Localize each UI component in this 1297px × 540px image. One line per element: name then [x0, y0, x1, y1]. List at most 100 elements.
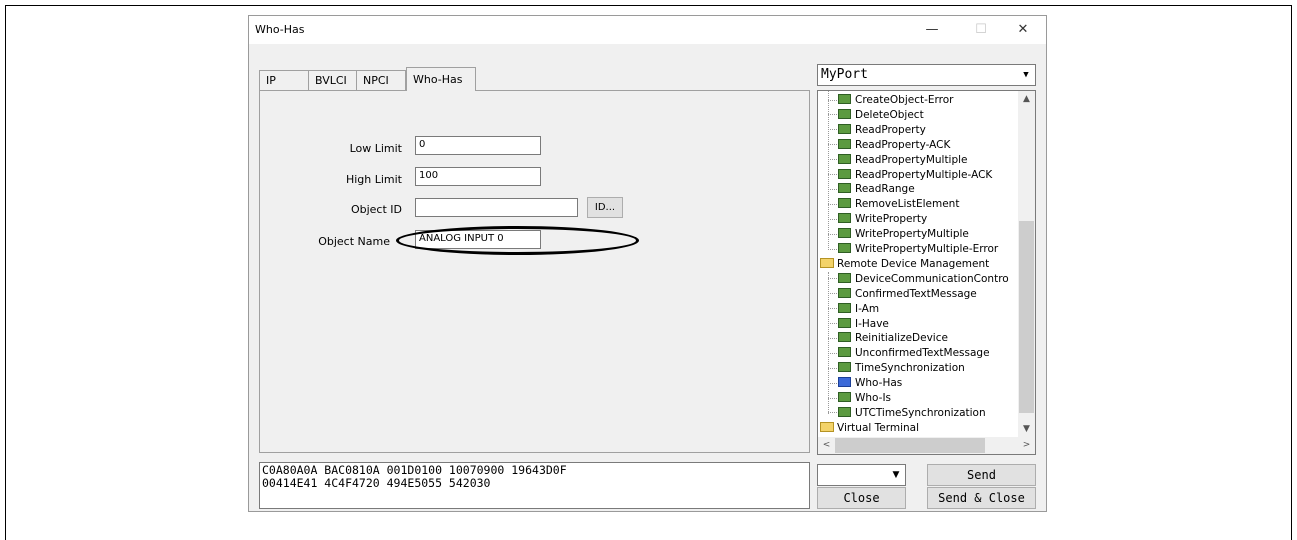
- low-limit-input[interactable]: 0: [415, 136, 541, 155]
- tree-item-label: ReadPropertyMultiple: [855, 153, 968, 166]
- tree-item[interactable]: WritePropertyMultiple-Error: [828, 242, 998, 257]
- tree-item-label: DeviceCommunicationContro: [855, 272, 1009, 285]
- tree-item-label: WriteProperty: [855, 213, 928, 226]
- scroll-up-icon[interactable]: ▲: [1018, 91, 1035, 108]
- tab-npci[interactable]: NPCI: [356, 70, 406, 90]
- tree-guide-line: [828, 91, 829, 250]
- hex-output[interactable]: C0A80A0A BAC0810A 001D0100 10070900 1964…: [259, 462, 810, 509]
- window-title: Who-Has: [255, 23, 305, 36]
- tree-connector: [828, 397, 837, 399]
- chevron-down-icon[interactable]: ▼: [887, 466, 904, 484]
- horizontal-scroll-thumb[interactable]: [835, 438, 985, 453]
- service-node-icon: [838, 243, 851, 253]
- tab-who-has[interactable]: Who-Has: [406, 67, 476, 91]
- hex-line-2: 00414E41 4C4F4720 494E5055 542030: [262, 476, 491, 490]
- tree-item[interactable]: UnconfirmedTextMessage: [828, 346, 990, 361]
- tree-item-label: ReadRange: [855, 183, 915, 196]
- tree-item[interactable]: WriteProperty: [828, 212, 927, 227]
- tree-connector: [828, 308, 837, 310]
- tree-connector: [828, 129, 837, 131]
- tree-item[interactable]: CreateObject-Error: [828, 93, 953, 108]
- tree-item-label: CreateObject-Error: [855, 94, 954, 106]
- tree-item[interactable]: I-Have: [828, 317, 889, 332]
- tree-item[interactable]: ReadPropertyMultiple: [828, 153, 968, 168]
- tree-item[interactable]: RemoveListElement: [828, 197, 959, 212]
- scroll-down-icon[interactable]: ▼: [1018, 421, 1035, 438]
- tree-item[interactable]: WritePropertyMultiple: [828, 227, 969, 242]
- tree-item-label: DeleteObject: [855, 108, 924, 121]
- tree-item[interactable]: DeviceCommunicationContro: [828, 272, 1009, 287]
- scroll-right-icon[interactable]: >: [1018, 437, 1035, 454]
- tab-ip-label: IP: [266, 74, 276, 87]
- tree-connector: [828, 367, 837, 369]
- tree-connector: [828, 323, 837, 324]
- service-tree[interactable]: CreateObject-Error DeleteObject ReadProper…: [817, 90, 1036, 455]
- tree-item[interactable]: TimeSynchronization: [828, 361, 965, 376]
- tree-item-label: Virtual Terminal: [837, 421, 920, 434]
- object-id-label: Object ID: [350, 203, 402, 216]
- service-node-icon: [838, 123, 851, 134]
- object-id-input[interactable]: [415, 198, 578, 217]
- service-node-icon: [838, 406, 851, 417]
- tree-item-label: I-Have: [855, 317, 889, 330]
- tree-connector: [828, 99, 837, 101]
- tree-connector: [828, 382, 837, 384]
- tree-item[interactable]: ReadPropertyMultiple-ACK: [828, 168, 992, 183]
- tree-connector: [828, 174, 837, 175]
- folder-icon: [820, 421, 834, 432]
- tree-item[interactable]: ConfirmedTextMessage: [828, 287, 977, 302]
- tree-item-label: Remote Device Management: [837, 257, 990, 270]
- tree-item[interactable]: DeleteObject: [828, 108, 924, 123]
- scroll-left-icon[interactable]: <: [818, 437, 835, 454]
- tab-ip[interactable]: IP: [259, 70, 309, 90]
- tab-bvlci[interactable]: BVLCI: [308, 70, 357, 90]
- tree-vertical-scrollbar[interactable]: ▲ ▼: [1018, 91, 1035, 438]
- service-node-icon: [838, 347, 851, 358]
- object-name-label: Object Name: [318, 235, 390, 248]
- tree-folder[interactable]: Remote Device Management: [820, 257, 989, 272]
- tree-item-label: WritePropertyMultiple-Error: [855, 243, 999, 255]
- minimize-button[interactable]: —: [914, 16, 950, 44]
- tree-connector: [828, 412, 837, 414]
- tree-connector: [828, 218, 837, 220]
- service-node-icon: [838, 302, 851, 313]
- vertical-scroll-thumb[interactable]: [1019, 221, 1034, 413]
- tree-item[interactable]: Who-Is: [828, 391, 891, 406]
- send-and-close-button[interactable]: Send & Close: [927, 487, 1036, 509]
- high-limit-input[interactable]: 100: [415, 167, 541, 186]
- tree-item[interactable]: UTCTimeSynchronization: [828, 406, 986, 421]
- tree-folder[interactable]: Virtual Terminal: [820, 421, 919, 436]
- tree-item[interactable]: ReadRange: [828, 182, 915, 197]
- tree-item[interactable]: Who-Has: [828, 376, 902, 391]
- tree-item[interactable]: I-Am: [828, 302, 879, 317]
- port-select[interactable]: MyPort ▼: [817, 64, 1036, 86]
- tree-item[interactable]: ReinitializeDevice: [828, 331, 948, 346]
- port-select-value: MyPort: [821, 67, 868, 82]
- tree-item[interactable]: ReadProperty-ACK: [828, 138, 950, 153]
- id-picker-button[interactable]: ID...: [587, 197, 623, 218]
- tree-connector: [828, 293, 837, 295]
- tree-item-label: I-Am: [855, 302, 880, 315]
- close-button[interactable]: Close: [817, 487, 906, 509]
- service-node-icon: [838, 317, 851, 328]
- tree-connector: [828, 114, 837, 116]
- tree-item-label: ReadProperty: [855, 123, 926, 136]
- chevron-down-icon[interactable]: ▼: [1017, 66, 1034, 84]
- folder-open-icon: [820, 257, 834, 268]
- tree-item[interactable]: ReadProperty: [828, 123, 926, 138]
- service-node-icon: [838, 138, 851, 149]
- tree-horizontal-scrollbar[interactable]: < >: [818, 437, 1035, 454]
- close-window-button[interactable]: ✕: [1005, 16, 1041, 44]
- service-node-icon: [838, 168, 851, 179]
- tree-guide-line: [828, 271, 829, 414]
- send-button[interactable]: Send: [927, 464, 1036, 486]
- tree-item-label: Who-Has: [855, 377, 903, 390]
- tree-connector: [828, 278, 837, 280]
- service-node-icon: [838, 213, 851, 224]
- send-mode-select[interactable]: ▼: [817, 464, 906, 486]
- tree-connector: [828, 337, 837, 339]
- service-node-icon: [838, 183, 851, 194]
- object-name-input[interactable]: ANALOG INPUT 0: [415, 230, 541, 249]
- service-node-icon: [838, 287, 851, 298]
- service-node-icon: [838, 153, 851, 164]
